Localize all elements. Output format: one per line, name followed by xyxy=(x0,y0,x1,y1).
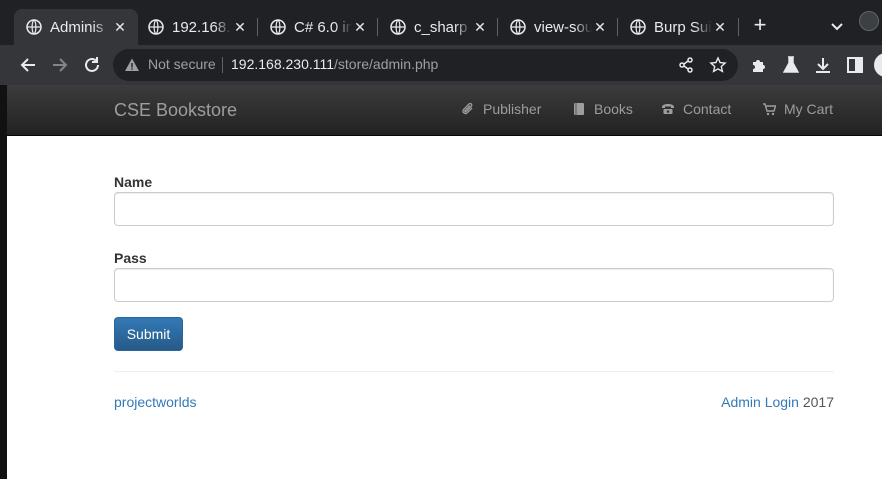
nav-label: My Cart xyxy=(784,101,833,117)
globe-icon xyxy=(270,19,286,35)
nav-label: Contact xyxy=(683,101,732,117)
url-host: 192.168.230.111 xyxy=(231,56,335,72)
profile-avatar[interactable] xyxy=(874,53,882,77)
close-icon[interactable]: ✕ xyxy=(712,19,728,36)
window-control-button[interactable] xyxy=(859,11,879,31)
download-icon[interactable] xyxy=(813,55,833,75)
site-navbar: CSE Bookstore Publisher Books Contact My… xyxy=(7,85,882,136)
tab-burp[interactable]: Burp Sui ✕ xyxy=(618,9,738,45)
pass-label: Pass xyxy=(114,250,147,266)
tab-view-source[interactable]: view-sou ✕ xyxy=(498,9,618,45)
nav-label: Books xyxy=(594,101,633,117)
name-label: Name xyxy=(114,174,153,190)
chevron-down-icon[interactable] xyxy=(828,17,846,35)
tab-separator xyxy=(738,18,739,36)
submit-button[interactable]: Submit xyxy=(114,317,183,351)
tab-192[interactable]: 192.168. ✕ xyxy=(136,9,258,45)
security-status-label: Not secure xyxy=(148,56,216,72)
warning-icon[interactable] xyxy=(124,57,140,73)
page-content: CSE Bookstore Publisher Books Contact My… xyxy=(7,85,882,479)
name-input[interactable] xyxy=(114,192,834,226)
tab-title: Adminis xyxy=(50,18,104,36)
phone-icon xyxy=(662,104,674,114)
site-brand[interactable]: CSE Bookstore xyxy=(114,100,237,121)
close-icon[interactable]: ✕ xyxy=(592,19,608,36)
back-arrow-icon[interactable] xyxy=(17,54,39,76)
footer-divider xyxy=(114,371,834,372)
forward-arrow-icon[interactable] xyxy=(49,54,71,76)
close-icon[interactable]: ✕ xyxy=(232,19,248,36)
nav-contact[interactable]: Contact xyxy=(661,101,731,117)
paperclip-icon xyxy=(462,102,473,115)
reload-icon[interactable] xyxy=(81,54,103,76)
close-icon[interactable]: ✕ xyxy=(472,19,488,36)
nav-books[interactable]: Books xyxy=(572,101,633,117)
star-icon[interactable] xyxy=(709,56,727,74)
admin-login-link[interactable]: Admin Login xyxy=(721,394,799,410)
footer-credit: Admin Login 2017 xyxy=(721,394,834,410)
browser-toolbar: Not secure 192.168.230.111/store/admin.p… xyxy=(0,45,882,85)
new-tab-button[interactable]: + xyxy=(750,14,770,36)
globe-icon xyxy=(510,19,526,35)
tab-csharp6[interactable]: C# 6.0 in ✕ xyxy=(258,9,378,45)
share-icon[interactable] xyxy=(677,56,695,74)
close-icon[interactable]: ✕ xyxy=(112,19,128,36)
book-icon xyxy=(574,103,584,115)
globe-icon xyxy=(630,19,646,35)
tab-title: 192.168. xyxy=(172,18,231,36)
tab-c-sharp[interactable]: c_sharp ✕ xyxy=(378,9,498,45)
globe-icon xyxy=(390,19,406,35)
nav-label: Publisher xyxy=(483,101,542,117)
address-divider xyxy=(222,57,223,73)
url-text[interactable]: 192.168.230.111/store/admin.php xyxy=(231,56,438,72)
pass-input[interactable] xyxy=(114,268,834,302)
tab-title: c_sharp xyxy=(414,18,468,36)
tab-title: view-sou xyxy=(534,18,592,36)
extensions-icon[interactable] xyxy=(749,55,769,75)
globe-icon xyxy=(26,19,42,35)
side-panel-icon[interactable] xyxy=(845,55,865,75)
nav-publisher[interactable]: Publisher xyxy=(461,101,541,117)
flask-icon[interactable] xyxy=(781,55,801,75)
close-icon[interactable]: ✕ xyxy=(352,19,368,36)
tab-title: Burp Sui xyxy=(654,18,712,36)
address-bar[interactable]: Not secure 192.168.230.111/store/admin.p… xyxy=(113,49,738,81)
browser-tab-strip: Adminis ✕ 192.168. ✕ C# 6.0 in ✕ c_sharp… xyxy=(0,0,882,45)
cart-icon xyxy=(763,103,776,116)
globe-icon xyxy=(148,19,164,35)
tab-title: C# 6.0 in xyxy=(294,18,352,36)
url-path: /store/admin.php xyxy=(334,56,439,72)
footer-year: 2017 xyxy=(802,394,834,410)
nav-cart[interactable]: My Cart xyxy=(762,101,833,117)
projectworlds-link[interactable]: projectworlds xyxy=(114,394,196,410)
tab-admin[interactable]: Adminis ✕ xyxy=(14,9,138,45)
